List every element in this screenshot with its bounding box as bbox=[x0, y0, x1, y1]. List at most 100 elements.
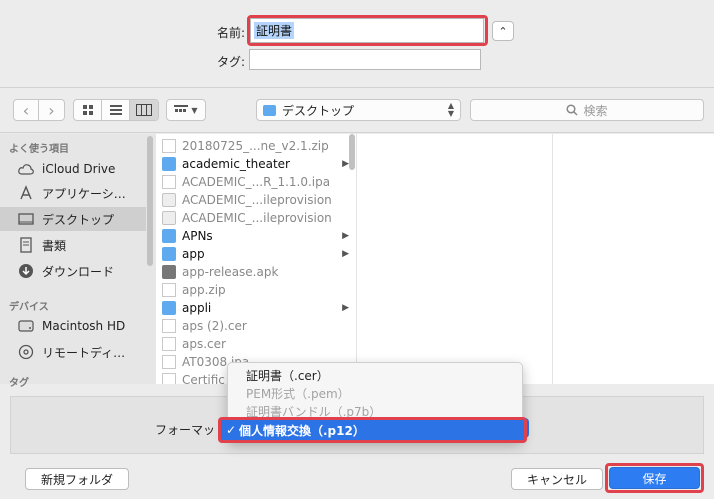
chevron-right-icon: › bbox=[48, 100, 55, 120]
file-row[interactable]: ACADEMIC_...ileprovision bbox=[156, 191, 356, 209]
name-input[interactable]: 証明書 bbox=[250, 18, 484, 43]
file-row[interactable]: app.zip bbox=[156, 281, 356, 299]
empty-column bbox=[553, 134, 714, 384]
folder-row[interactable]: app ▶ bbox=[156, 245, 356, 263]
sidebar-devices-header: デバイス bbox=[9, 302, 49, 313]
file-name: app.zip bbox=[182, 283, 226, 297]
preview-column bbox=[357, 134, 553, 384]
disclosure-arrow-icon: ▶ bbox=[342, 231, 349, 241]
sidebar: よく使う項目 iCloud Drive アプリケーシ… デスクトップ 書類 ダウ… bbox=[0, 134, 156, 389]
sidebar-item-label: 書類 bbox=[42, 238, 67, 253]
column-view-button[interactable] bbox=[130, 100, 158, 120]
sidebar-item-documents[interactable]: 書類 bbox=[0, 233, 146, 257]
chevron-left-icon: ‹ bbox=[22, 100, 30, 120]
file-row[interactable]: ACADEMIC_...ileprovision bbox=[156, 209, 356, 227]
disclosure-arrow-icon: ▶ bbox=[342, 159, 349, 169]
file-row[interactable]: aps (2).cer bbox=[156, 317, 356, 335]
disclosure-arrow-icon: ▶ bbox=[342, 303, 349, 313]
sidebar-item-macintosh-hd[interactable]: Macintosh HD bbox=[0, 314, 146, 338]
file-name: appli bbox=[182, 301, 212, 315]
file-row[interactable]: aps.cer bbox=[156, 335, 356, 353]
file-column: 20180725_...ne_v2.1.zip academic_theater ▶… bbox=[156, 134, 357, 384]
save-button[interactable]: 保存 bbox=[609, 467, 700, 489]
applications-icon bbox=[18, 185, 34, 201]
save-header: 名前: 証明書 ⌃ タグ: bbox=[0, 0, 714, 88]
sidebar-tags-header: タグ bbox=[9, 378, 29, 389]
file-name: 20180725_...ne_v2.1.zip bbox=[182, 139, 329, 153]
format-option-label: PEM形式（.pem） bbox=[246, 386, 350, 401]
file-row[interactable]: ACADEMIC_...R_1.1.0.ipa bbox=[156, 173, 356, 191]
name-input-value: 証明書 bbox=[254, 22, 295, 39]
group-icon bbox=[174, 105, 189, 112]
search-field[interactable]: 検索 bbox=[470, 99, 704, 121]
cancel-label: キャンセル bbox=[526, 472, 587, 487]
search-placeholder: 検索 bbox=[583, 103, 608, 118]
cloud-icon bbox=[18, 161, 34, 177]
document-icon bbox=[162, 337, 176, 351]
sidebar-item-label: ダウンロード bbox=[42, 264, 115, 279]
location-label: デスクトップ bbox=[282, 103, 355, 118]
format-option-label: 個人情報交換（.p12） bbox=[239, 423, 365, 438]
sidebar-item-applications[interactable]: アプリケーシ… bbox=[0, 181, 146, 205]
sidebar-favorites-header: よく使う項目 bbox=[9, 144, 69, 155]
file-row[interactable]: app-release.apk bbox=[156, 263, 356, 281]
sidebar-item-label: デスクトップ bbox=[42, 212, 115, 227]
folder-row[interactable]: APNs ▶ bbox=[156, 227, 356, 245]
document-icon bbox=[162, 319, 176, 333]
forward-button[interactable]: › bbox=[39, 100, 64, 120]
sidebar-item-downloads[interactable]: ダウンロード bbox=[0, 259, 146, 283]
package-icon bbox=[162, 265, 176, 279]
grid-icon bbox=[82, 105, 93, 115]
file-name: app bbox=[182, 247, 205, 261]
new-folder-button[interactable]: 新規フォルダ bbox=[25, 468, 129, 490]
file-column-scrollbar[interactable] bbox=[349, 134, 355, 170]
file-name: academic_theater bbox=[182, 157, 290, 171]
toolbar: ‹ › ▼ デスクトップ ▲ ▼ 検索 bbox=[0, 89, 714, 133]
back-button[interactable]: ‹ bbox=[14, 100, 39, 120]
folder-icon bbox=[263, 104, 276, 116]
format-option-cer[interactable]: 証明書（.cer） bbox=[228, 366, 522, 384]
zip-icon bbox=[162, 139, 176, 153]
group-button[interactable]: ▼ bbox=[166, 99, 206, 121]
remote-disc-icon bbox=[18, 344, 34, 360]
file-row[interactable]: 20180725_...ne_v2.1.zip bbox=[156, 137, 356, 155]
expand-dialog-button[interactable]: ⌃ bbox=[492, 21, 514, 41]
tag-label: タグ: bbox=[217, 55, 246, 69]
sidebar-item-remote-disc[interactable]: リモートディ… bbox=[0, 340, 146, 364]
file-name: aps.cer bbox=[182, 337, 226, 351]
cancel-button[interactable]: キャンセル bbox=[511, 468, 603, 490]
new-folder-label: 新規フォルダ bbox=[40, 472, 113, 487]
document-icon bbox=[162, 175, 176, 189]
folder-icon bbox=[162, 247, 176, 261]
document-icon bbox=[162, 355, 176, 369]
view-switcher bbox=[73, 99, 159, 121]
sidebar-scrollbar[interactable] bbox=[147, 136, 153, 266]
file-name: aps (2).cer bbox=[182, 319, 247, 333]
sidebar-item-desktop[interactable]: デスクトップ bbox=[0, 207, 146, 231]
sidebar-item-label: アプリケーシ… bbox=[42, 186, 126, 201]
checkmark-icon: ✓ bbox=[226, 423, 237, 437]
search-icon bbox=[566, 104, 579, 116]
sidebar-item-label: iCloud Drive bbox=[42, 162, 116, 176]
zip-icon bbox=[162, 283, 176, 297]
folder-row[interactable]: academic_theater ▶ bbox=[156, 155, 356, 173]
format-option-label: 証明書（.cer） bbox=[246, 368, 329, 383]
icon-view-button[interactable] bbox=[74, 100, 102, 120]
history-nav: ‹ › bbox=[13, 99, 65, 121]
folder-row[interactable]: appli ▶ bbox=[156, 299, 356, 317]
downloads-icon bbox=[18, 263, 34, 279]
columns-icon bbox=[136, 104, 152, 116]
format-option-p12[interactable]: ✓ 個人情報交換（.p12） bbox=[221, 420, 524, 440]
location-popup[interactable]: デスクトップ ▲ ▼ bbox=[256, 99, 461, 121]
provision-icon bbox=[162, 193, 176, 207]
list-view-button[interactable] bbox=[102, 100, 130, 120]
name-label: 名前: bbox=[217, 26, 246, 40]
document-icon bbox=[162, 373, 176, 384]
tag-input[interactable] bbox=[249, 49, 481, 70]
chevron-up-icon: ⌃ bbox=[498, 24, 508, 38]
sidebar-item-icloud[interactable]: iCloud Drive bbox=[0, 157, 146, 181]
updown-arrows-icon: ▲ ▼ bbox=[447, 101, 454, 118]
file-name: APNs bbox=[182, 229, 213, 243]
folder-icon bbox=[162, 157, 176, 171]
file-name: ACADEMIC_...R_1.1.0.ipa bbox=[182, 175, 331, 189]
